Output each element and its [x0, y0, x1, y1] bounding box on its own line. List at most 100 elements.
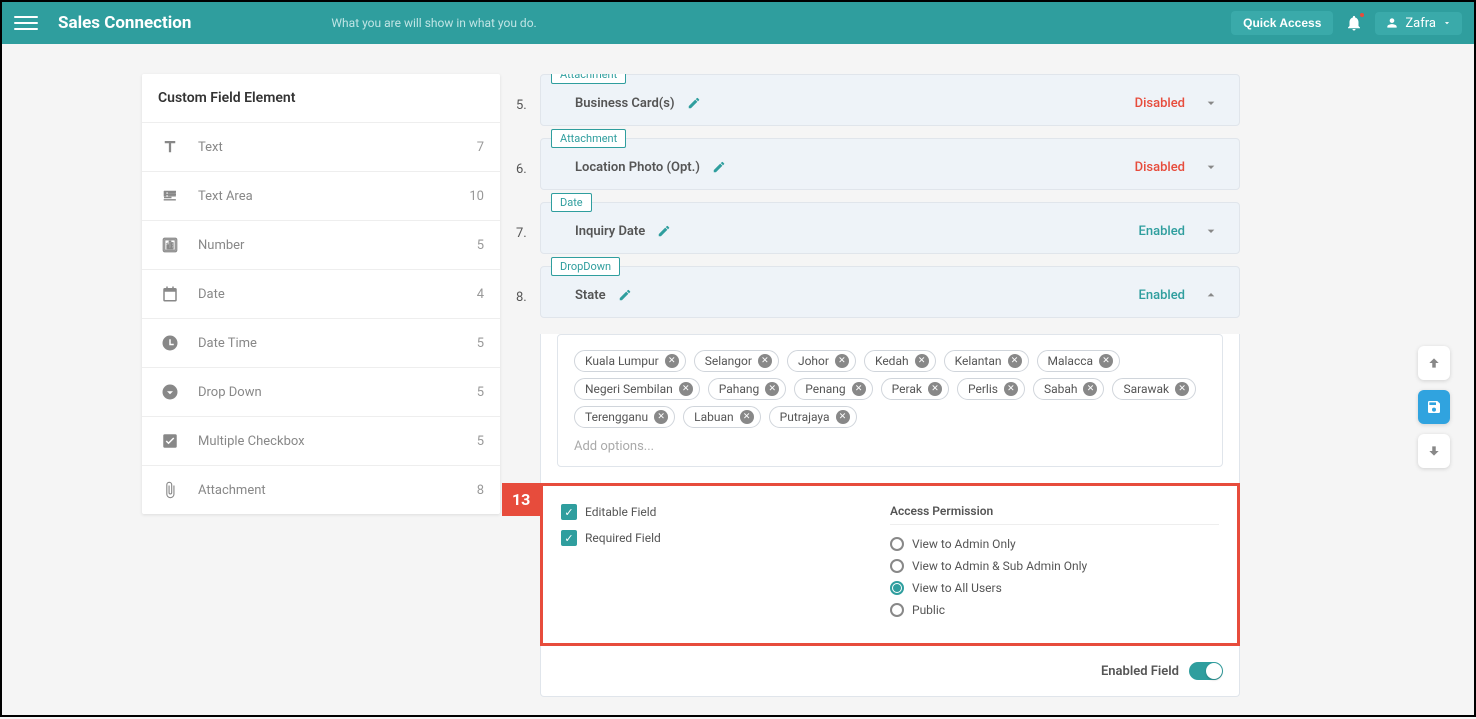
save-button[interactable] [1418, 390, 1450, 424]
remove-option-icon[interactable]: ✕ [1004, 382, 1018, 396]
remove-option-icon[interactable]: ✕ [852, 382, 866, 396]
user-icon [1385, 16, 1399, 30]
add-options-input[interactable]: Add options... [570, 431, 1210, 454]
remove-option-icon[interactable]: ✕ [740, 410, 754, 424]
edit-icon[interactable] [712, 160, 726, 174]
field-number: 6. [516, 162, 527, 177]
field-type-chip: Attachment [551, 74, 626, 84]
field-settings: 13✓Editable Field✓Required FieldAccess P… [540, 483, 1240, 646]
element-count: 7 [477, 140, 484, 155]
field-number: 7. [516, 226, 527, 241]
remove-option-icon[interactable]: ✕ [679, 382, 693, 396]
checkbox-icon: ✓ [561, 530, 577, 546]
option-tag: Perak ✕ [881, 378, 949, 400]
option-label: Malacca [1048, 354, 1094, 368]
chevron-down-icon [1442, 18, 1452, 28]
option-label: Perak [892, 382, 922, 396]
remove-option-icon[interactable]: ✕ [915, 354, 929, 368]
edit-icon[interactable] [657, 224, 671, 238]
element-dropdown[interactable]: Drop Down5 [142, 367, 500, 416]
field-type-chip: Date [551, 193, 592, 212]
option-label: Selangor [705, 354, 752, 368]
remove-option-icon[interactable]: ✕ [1099, 354, 1113, 368]
element-label: Attachment [198, 483, 266, 498]
remove-option-icon[interactable]: ✕ [836, 410, 850, 424]
expand-toggle[interactable] [1203, 223, 1219, 239]
enabled-field-row: Enabled Field [541, 646, 1239, 696]
quick-access-button[interactable]: Quick Access [1231, 11, 1333, 35]
user-menu[interactable]: Zafra [1375, 12, 1462, 35]
option-tag: Putrajaya✕ [769, 406, 857, 428]
element-count: 5 [477, 238, 484, 253]
element-label: Date [198, 287, 225, 302]
radio-icon [890, 537, 904, 551]
field-status: Disabled [1135, 160, 1185, 175]
element-number[interactable]: 12Number5 [142, 220, 500, 269]
option-tag: Labuan ✕ [683, 406, 761, 428]
enabled-toggle[interactable] [1189, 662, 1223, 680]
element-label: Drop Down [198, 385, 262, 400]
remove-option-icon[interactable]: ✕ [758, 354, 772, 368]
permission-option[interactable]: View to All Users [890, 581, 1219, 595]
element-attachment[interactable]: Attachment8 [142, 465, 500, 514]
field-title: Inquiry Date [575, 224, 645, 239]
expand-toggle[interactable] [1203, 287, 1219, 303]
permission-label: View to All Users [912, 581, 1002, 595]
option-tag: Kelantan✕ [944, 350, 1029, 372]
editable-field-checkbox[interactable]: ✓Editable Field [561, 504, 890, 520]
enabled-field-label: Enabled Field [1101, 664, 1179, 679]
option-label: Labuan [694, 410, 734, 424]
field-title: Location Photo (Opt.) [575, 160, 700, 175]
scroll-up-button[interactable] [1418, 346, 1450, 380]
remove-option-icon[interactable]: ✕ [654, 410, 668, 424]
option-label: Sarawak [1123, 382, 1169, 396]
expand-toggle[interactable] [1203, 95, 1219, 111]
scroll-down-button[interactable] [1418, 434, 1450, 468]
expand-toggle[interactable] [1203, 159, 1219, 175]
menu-icon[interactable] [14, 11, 38, 35]
required-field-checkbox[interactable]: ✓ Required Field [561, 530, 890, 546]
radio-icon [890, 603, 904, 617]
text-icon [158, 135, 182, 159]
app-title: Sales Connection [58, 13, 191, 33]
element-count: 5 [477, 336, 484, 351]
option-tag: Perlis✕ [957, 378, 1025, 400]
element-text[interactable]: Text7 [142, 122, 500, 171]
permission-option[interactable]: View to Admin & Sub Admin Only [890, 559, 1219, 573]
field-row-1: 6.AttachmentLocation Photo (Opt.)Disable… [540, 138, 1240, 190]
remove-option-icon[interactable]: ✕ [665, 354, 679, 368]
remove-option-icon[interactable]: ✕ [835, 354, 849, 368]
field-status: Enabled [1139, 224, 1186, 239]
field-row-0: 5.AttachmentBusiness Card(s)Disabled [540, 74, 1240, 126]
custom-field-element-panel: Custom Field Element Text7Text Area1012N… [142, 74, 500, 514]
element-datetime[interactable]: Date Time5 [142, 318, 500, 367]
permission-option[interactable]: View to Admin Only [890, 537, 1219, 551]
attachment-icon [158, 478, 182, 502]
element-date[interactable]: Date4 [142, 269, 500, 318]
remove-option-icon[interactable]: ✕ [1008, 354, 1022, 368]
element-textarea[interactable]: Text Area10 [142, 171, 500, 220]
datetime-icon [158, 331, 182, 355]
notification-bell-icon[interactable] [1345, 14, 1363, 32]
remove-option-icon[interactable]: ✕ [765, 382, 779, 396]
user-name: Zafra [1405, 16, 1436, 31]
option-label: Sabah [1044, 382, 1078, 396]
remove-option-icon[interactable]: ✕ [1083, 382, 1097, 396]
option-tag: Kedah✕ [864, 350, 936, 372]
element-label: Text Area [198, 189, 253, 204]
tagline-text: What you are will show in what you do. [331, 16, 536, 30]
checkbox-label: Required Field [585, 531, 661, 545]
edit-icon[interactable] [687, 96, 701, 110]
option-label: Pahang [719, 382, 760, 396]
edit-icon[interactable] [618, 288, 632, 302]
element-checkbox[interactable]: Multiple Checkbox5 [142, 416, 500, 465]
remove-option-icon[interactable]: ✕ [1175, 382, 1189, 396]
sidebar-title: Custom Field Element [142, 74, 500, 122]
permission-title: Access Permission [890, 504, 1219, 525]
field-row-3: 8.DropDownStateEnabled [540, 266, 1240, 318]
option-label: Penang [805, 382, 845, 396]
field-number: 5. [516, 98, 527, 113]
permission-option[interactable]: Public [890, 603, 1219, 617]
option-tag: Sarawak ✕ [1112, 378, 1196, 400]
remove-option-icon[interactable]: ✕ [928, 382, 942, 396]
